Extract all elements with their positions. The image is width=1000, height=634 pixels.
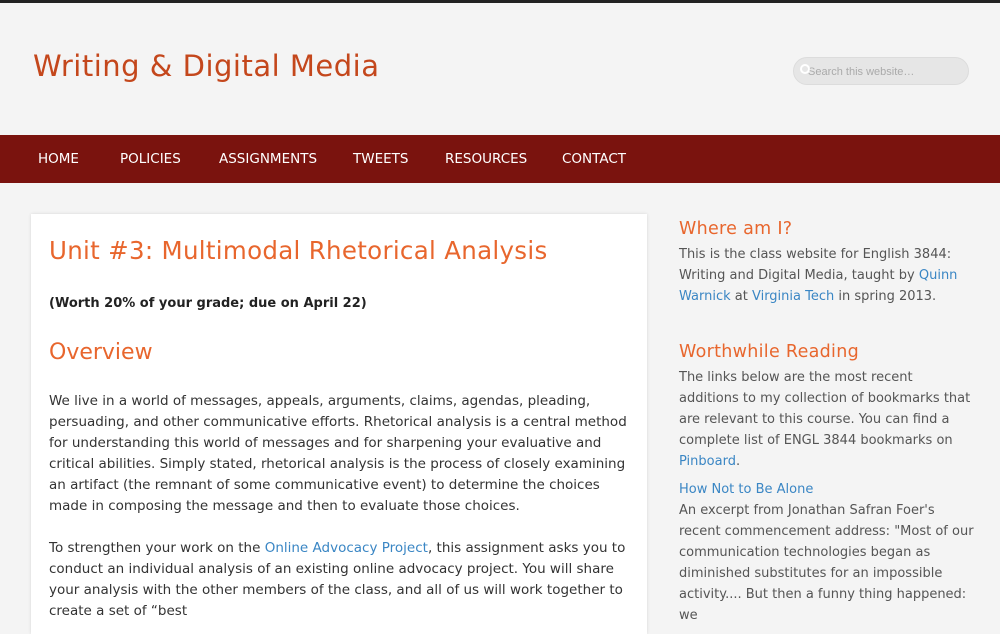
- nav-item-resources[interactable]: RESOURCES: [445, 135, 527, 183]
- overview-heading: Overview: [49, 340, 153, 365]
- advocacy-paragraph: To strengthen your work on the Online Ad…: [49, 538, 639, 622]
- advocacy-text-before: To strengthen your work on the: [49, 540, 265, 556]
- site-title[interactable]: Writing & Digital Media: [33, 49, 380, 83]
- top-border: [0, 0, 1000, 3]
- reading-text-2: .: [735, 454, 741, 469]
- online-advocacy-project-link[interactable]: Online Advocacy Project: [265, 540, 428, 556]
- grade-note: (Worth 20% of your grade; due on April 2…: [49, 296, 367, 311]
- bookmark-item: How Not to Be Alone An excerpt from Jona…: [679, 479, 975, 626]
- virginia-tech-link[interactable]: Virginia Tech: [752, 289, 834, 304]
- search-box[interactable]: [793, 57, 969, 86]
- reading-text-1: The links below are the most recent addi…: [679, 370, 971, 448]
- nav-item-contact[interactable]: CONTACT: [562, 135, 626, 183]
- nav-item-policies[interactable]: POLICIES: [120, 135, 181, 183]
- article-content: Unit #3: Multimodal Rhetorical Analysis …: [31, 214, 647, 634]
- main-navigation: HOME POLICIES ASSIGNMENTS TWEETS RESOURC…: [0, 135, 1000, 183]
- nav-item-tweets[interactable]: TWEETS: [353, 135, 408, 183]
- search-icon: [800, 64, 810, 74]
- bookmark-description: An excerpt from Jonathan Safran Foer's r…: [679, 503, 974, 623]
- where-text-2: at: [730, 289, 752, 304]
- worthwhile-reading-heading: Worthwhile Reading: [679, 342, 860, 362]
- where-text-1: This is the class website for English 38…: [679, 247, 952, 283]
- search-input[interactable]: [806, 58, 960, 86]
- where-am-i-heading: Where am I?: [679, 219, 793, 239]
- where-am-i-text: This is the class website for English 38…: [679, 244, 975, 307]
- where-text-3: in spring 2013.: [834, 289, 937, 304]
- overview-paragraph: We live in a world of messages, appeals,…: [49, 393, 627, 514]
- pinboard-link[interactable]: Pinboard: [679, 454, 736, 469]
- article-title: Unit #3: Multimodal Rhetorical Analysis: [49, 236, 548, 265]
- nav-item-home[interactable]: HOME: [38, 135, 79, 183]
- how-not-to-be-alone-link[interactable]: How Not to Be Alone: [679, 482, 813, 497]
- worthwhile-reading-text: The links below are the most recent addi…: [679, 367, 975, 472]
- nav-item-assignments[interactable]: ASSIGNMENTS: [219, 135, 317, 183]
